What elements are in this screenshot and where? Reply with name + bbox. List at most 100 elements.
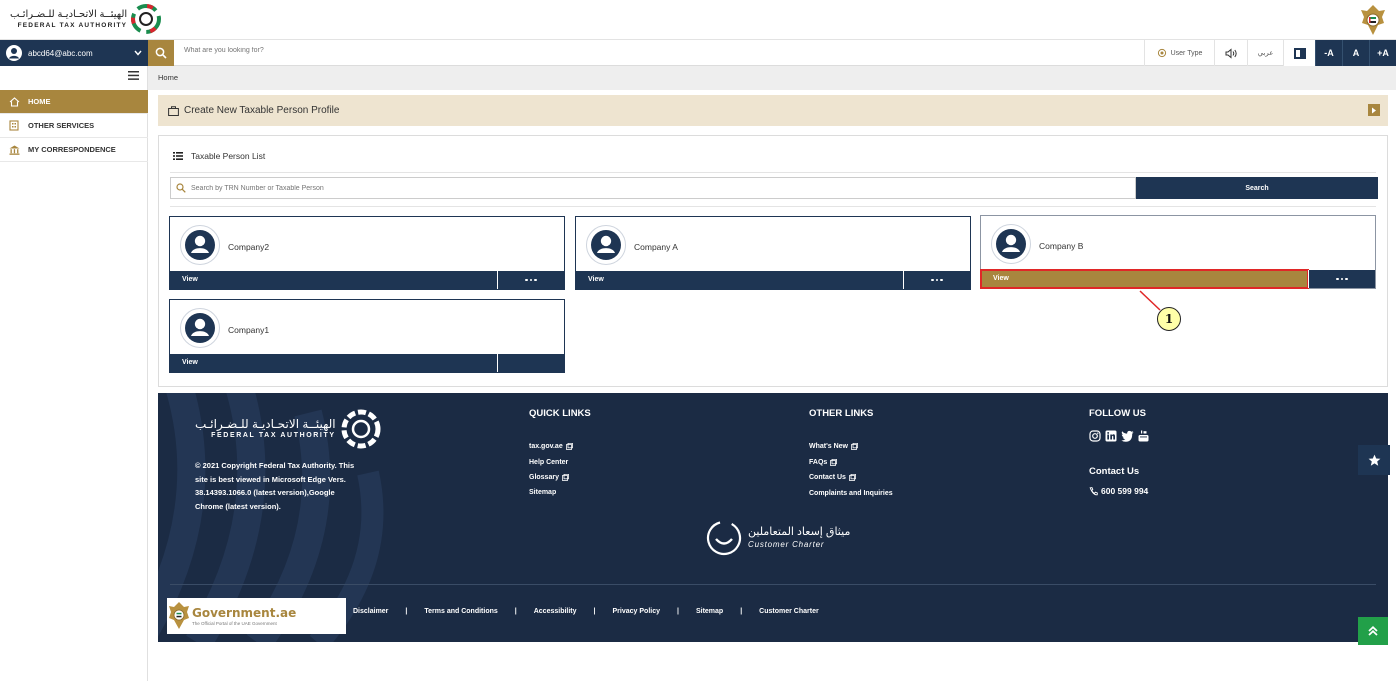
create-profile-banner[interactable]: Create New Taxable Person Profile [158,95,1388,126]
top-header: الهيئــة الاتحـاديـة للـضـرائـب FEDERAL … [0,0,1396,40]
sitemap-link[interactable]: Sitemap [696,608,723,615]
font-decrease-button[interactable]: -A [1315,40,1342,66]
panel-title-text: Taxable Person List [191,151,266,161]
more-options-button[interactable] [497,271,564,289]
font-increase-button[interactable]: +A [1369,40,1396,66]
quick-link-glossary[interactable]: Glossary [529,474,569,481]
footer-fta-logo[interactable]: الهيئــة الاتحـاديـة للـضـرائـب FEDERAL … [195,409,381,449]
uae-emblem-icon [1361,5,1385,35]
footer-divider [170,584,1376,585]
card-action-bar: View [170,271,564,289]
create-profile-arrow-button[interactable] [1368,104,1380,116]
footer-logo-arabic: الهيئــة الاتحـاديـة للـضـرائـب [195,417,336,431]
social-links [1089,430,1149,442]
quick-link-help-center[interactable]: Help Center [529,459,568,466]
favorites-button[interactable] [1358,445,1390,475]
twitter-icon[interactable] [1121,430,1134,442]
company-card: Company1 View [169,299,565,373]
home-icon [9,96,20,107]
linkedin-icon[interactable] [1105,430,1117,442]
list-search-input[interactable] [191,184,1091,192]
company-avatar [586,225,626,265]
customer-charter-logo[interactable]: ميثاق إسعاد المتعاملين Customer Charter [706,520,850,556]
quick-link-tax-gov[interactable]: tax.gov.ae [529,443,573,450]
other-link-complaints[interactable]: Complaints and Inquiries [809,490,893,497]
chevron-right-icon [1372,107,1376,113]
contrast-button[interactable] [1283,40,1315,66]
building-icon [9,120,19,131]
company-avatar [991,224,1031,264]
create-profile-label: Create New Taxable Person Profile [184,105,340,116]
phone-icon [1089,486,1098,495]
gov-title: Government.ae [192,606,297,620]
view-button[interactable]: View [576,271,903,289]
youtube-icon[interactable] [1138,430,1149,442]
follow-us-title: FOLLOW US [1089,408,1146,419]
company-name: Company B [1039,241,1084,251]
text-to-speech-button[interactable] [1214,40,1247,66]
hamburger-menu-icon[interactable] [128,71,139,80]
view-button[interactable]: View [170,354,497,372]
sidebar-item-other-services[interactable]: OTHER SERVICES [0,114,148,138]
language-toggle[interactable]: عربي [1247,40,1283,66]
search-icon [176,183,186,193]
global-search-button[interactable] [148,40,174,66]
link-text: Complaints and Inquiries [809,490,893,497]
user-type-toggle[interactable]: User Type [1144,40,1214,66]
sidebar-item-my-correspondence[interactable]: MY CORRESPONDENCE [0,138,148,162]
user-menu[interactable]: abcd64@abc.com [0,40,148,66]
more-options-button[interactable] [497,354,564,372]
speaker-icon [1225,47,1237,59]
phone-link[interactable]: 600 599 994 [1089,486,1148,496]
user-email: abcd64@abc.com [28,48,93,58]
global-search-input[interactable] [184,47,584,54]
scroll-to-top-button[interactable] [1358,617,1388,645]
sidebar-item-label: HOME [28,97,51,106]
sidebar-item-home[interactable]: HOME [0,90,148,114]
external-link-icon [851,443,858,450]
government-ae-logo[interactable]: Government.ae The Official Portal of the… [167,598,346,634]
quick-link-sitemap[interactable]: Sitemap [529,489,556,496]
fta-logo[interactable]: الهيئــة الاتحـاديـة للـضـرائـب FEDERAL … [10,4,162,34]
breadcrumb-home[interactable]: Home [158,73,178,82]
user-avatar-icon [996,229,1026,259]
other-link-faqs[interactable]: FAQs [809,459,838,466]
font-reset-button[interactable]: A [1342,40,1369,66]
external-link-icon [562,474,569,481]
link-separator: | [405,608,408,615]
other-link-contact-us[interactable]: Contact Us [809,474,856,481]
user-avatar-icon [185,230,215,260]
more-options-button[interactable] [903,271,970,289]
sidebar: HOME OTHER SERVICES MY CORRESPONDENCE [0,66,148,681]
contact-us-title: Contact Us [1089,466,1140,477]
company-card: Company A View [575,216,971,290]
footer-logo-english: FEDERAL TAX AUTHORITY [211,432,336,439]
disclaimer-link[interactable]: Disclaimer [353,608,388,615]
instagram-icon[interactable] [1089,430,1101,442]
breadcrumb: Home [148,66,1396,90]
company-card: Company2 View [169,216,565,290]
view-button[interactable]: View [170,271,497,289]
list-search-button[interactable]: Search [1136,177,1378,199]
link-text: Help Center [529,459,569,466]
list-search-field[interactable] [170,177,1136,199]
bank-icon [9,145,20,155]
link-text: FAQs [809,459,828,466]
accessibility-link[interactable]: Accessibility [534,608,577,615]
link-separator: | [740,608,743,615]
user-type-label: User Type [1170,49,1203,57]
terms-link[interactable]: Terms and Conditions [424,608,497,615]
view-button-highlighted[interactable]: View [980,269,1309,289]
link-text: Sitemap [529,489,557,496]
other-links-title: OTHER LINKS [809,408,874,419]
privacy-link[interactable]: Privacy Policy [613,608,660,615]
double-chevron-up-icon [1368,626,1378,636]
more-options-button[interactable] [1308,270,1375,288]
company-avatar [180,225,220,265]
link-separator: | [677,608,679,615]
charter-arabic: ميثاق إسعاد المتعاملين [748,526,851,538]
customer-charter-link[interactable]: Customer Charter [759,608,819,615]
card-action-bar: View [170,354,564,372]
callout-number-badge: 1 [1157,307,1181,331]
other-link-whats-new[interactable]: What's New [809,443,858,450]
